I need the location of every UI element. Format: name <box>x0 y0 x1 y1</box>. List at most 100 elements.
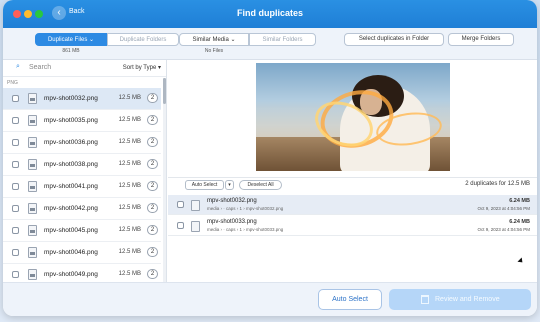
file-name: mpv-shot0049.png <box>44 271 98 278</box>
file-size: 12.5 MB <box>118 183 141 189</box>
toolbar: Duplicate Files ⌄ Duplicate Folders 861 … <box>3 28 537 60</box>
file-name: mpv-shot0036.png <box>44 139 98 146</box>
file-size: 12.5 MB <box>118 205 141 211</box>
file-name: mpv-shot0032.png <box>44 95 98 102</box>
select-duplicates-in-folder-button[interactable]: Select duplicates in Folder <box>344 33 444 46</box>
file-name: mpv-shot0045.png <box>44 227 98 234</box>
image-file-icon <box>191 221 200 232</box>
similar-media-status: No Files <box>204 48 224 54</box>
tab-similar-media[interactable]: Similar Media ⌄ <box>179 33 249 46</box>
image-file-icon <box>28 269 37 280</box>
file-name: mpv-shot0035.png <box>44 117 98 124</box>
duplicate-file-name: mpv-shot0033.png <box>207 219 257 225</box>
checkbox[interactable] <box>12 271 19 278</box>
image-preview <box>256 63 450 171</box>
duplicate-file-date: Oct 9, 2023 at 4:04:56 PM <box>477 227 530 232</box>
search-icon: ⌕ <box>16 63 20 70</box>
checkbox[interactable] <box>12 205 19 212</box>
checkbox[interactable] <box>12 183 19 190</box>
duplicate-count-badge: 2 <box>147 115 158 125</box>
window-title: Find duplicates <box>236 8 303 18</box>
mouse-cursor-icon <box>517 257 525 265</box>
duplicate-count-badge: 2 <box>147 203 158 213</box>
tab-similar-folders[interactable]: Similar Folders <box>249 33 316 46</box>
image-file-icon <box>28 115 37 126</box>
duplicate-count-badge: 2 <box>147 93 158 103</box>
image-file-icon <box>28 181 37 192</box>
file-size: 12.5 MB <box>118 161 141 167</box>
file-size: 12.5 MB <box>118 271 141 277</box>
merge-folders-button[interactable]: Merge Folders <box>448 33 514 46</box>
file-name: mpv-shot0038.png <box>44 161 98 168</box>
tab-duplicate-folders[interactable]: Duplicate Folders <box>107 33 179 46</box>
duplicate-count-badge: 2 <box>147 137 158 147</box>
file-list-item[interactable]: mpv-shot0041.png 12.5 MB 2 <box>3 176 161 198</box>
file-name: mpv-shot0042.png <box>44 205 98 212</box>
duplicate-detail-pane: Auto Select ▾ Deselect All 2 duplicates … <box>168 60 537 282</box>
file-name: mpv-shot0041.png <box>44 183 98 190</box>
image-file-icon <box>191 200 200 211</box>
checkbox[interactable] <box>12 95 19 102</box>
scrollbar-thumb[interactable] <box>163 78 166 104</box>
file-list-item[interactable]: mpv-shot0032.png 12.5 MB 2 <box>3 88 161 110</box>
duplicate-count-badge: 2 <box>147 181 158 191</box>
search-row: ⌕ Search Sort by Type ▾ <box>3 60 166 77</box>
duplicate-count-badge: 2 <box>147 269 158 279</box>
tab-duplicate-files[interactable]: Duplicate Files ⌄ <box>35 33 107 46</box>
review-and-remove-label: Review and Remove <box>435 296 500 303</box>
image-file-icon <box>28 247 37 258</box>
duplicate-row[interactable]: mpv-shot0033.png media › · caps › 1 › mp… <box>168 216 537 236</box>
checkbox[interactable] <box>12 117 19 124</box>
file-list-item[interactable]: mpv-shot0035.png 12.5 MB 2 <box>3 110 161 132</box>
search-input[interactable]: Search <box>29 64 51 71</box>
file-type-group-label: PNG <box>7 80 18 86</box>
image-file-icon <box>28 203 37 214</box>
image-file-icon <box>28 93 37 104</box>
checkbox[interactable] <box>177 222 184 229</box>
duplicate-count-badge: 2 <box>147 247 158 257</box>
checkbox[interactable] <box>177 201 184 208</box>
file-list-item[interactable]: mpv-shot0045.png 12.5 MB 2 <box>3 220 161 242</box>
duplicate-file-path: media › · caps › 1 › mpv-shot0033.png <box>207 227 284 232</box>
file-list-item[interactable]: mpv-shot0046.png 12.5 MB 2 <box>3 242 161 264</box>
preview-area <box>168 60 537 178</box>
image-file-icon <box>28 159 37 170</box>
auto-select-small-button[interactable]: Auto Select <box>185 180 224 190</box>
title-bar: ‹ Back Find duplicates <box>3 0 537 28</box>
duplicate-file-size: 6.24 MB <box>509 198 530 204</box>
file-size: 12.5 MB <box>118 249 141 255</box>
checkbox[interactable] <box>12 249 19 256</box>
file-name: mpv-shot0046.png <box>44 249 98 256</box>
file-list-item[interactable]: mpv-shot0042.png 12.5 MB 2 <box>3 198 161 220</box>
file-size: 12.5 MB <box>118 95 141 101</box>
file-list-item[interactable]: mpv-shot0036.png 12.5 MB 2 <box>3 132 161 154</box>
duplicate-file-path: media › · caps › 1 › mpv-shot0032.png <box>207 206 284 211</box>
file-size: 12.5 MB <box>118 117 141 123</box>
review-and-remove-button[interactable]: Review and Remove <box>389 289 531 310</box>
auto-select-button[interactable]: Auto Select <box>318 289 382 310</box>
find-duplicates-window: ‹ Back Find duplicates Duplicate Files ⌄… <box>3 0 537 316</box>
image-file-icon <box>28 225 37 236</box>
duplicate-count-badge: 2 <box>147 225 158 235</box>
duplicate-file-date: Oct 9, 2023 at 4:04:56 PM <box>477 206 530 211</box>
duplicate-file-size: 6.24 MB <box>509 219 530 225</box>
duplicate-count-badge: 2 <box>147 159 158 169</box>
sort-by-type-button[interactable]: Sort by Type ▾ <box>123 64 161 71</box>
checkbox[interactable] <box>12 227 19 234</box>
footer-action-bar: Auto Select Review and Remove <box>3 282 537 316</box>
file-list-item[interactable]: mpv-shot0049.png 12.5 MB 2 <box>3 264 161 282</box>
file-size: 12.5 MB <box>118 227 141 233</box>
duplicate-file-list: ⌕ Search Sort by Type ▾ PNG mpv-shot0032… <box>3 60 167 282</box>
duplicate-row[interactable]: mpv-shot0032.png media › · caps › 1 › mp… <box>168 195 537 215</box>
auto-select-dropdown-button[interactable]: ▾ <box>225 180 234 190</box>
duplicate-file-name: mpv-shot0032.png <box>207 198 257 204</box>
image-file-icon <box>28 137 37 148</box>
trash-icon <box>421 295 429 304</box>
checkbox[interactable] <box>12 161 19 168</box>
duplicates-summary: 2 duplicates for 12.5 MB <box>465 181 530 187</box>
deselect-all-button[interactable]: Deselect All <box>239 180 282 190</box>
checkbox[interactable] <box>12 139 19 146</box>
file-size: 12.5 MB <box>118 139 141 145</box>
file-list-item[interactable]: mpv-shot0038.png 12.5 MB 2 <box>3 154 161 176</box>
file-list-scrollbar[interactable] <box>163 78 166 282</box>
